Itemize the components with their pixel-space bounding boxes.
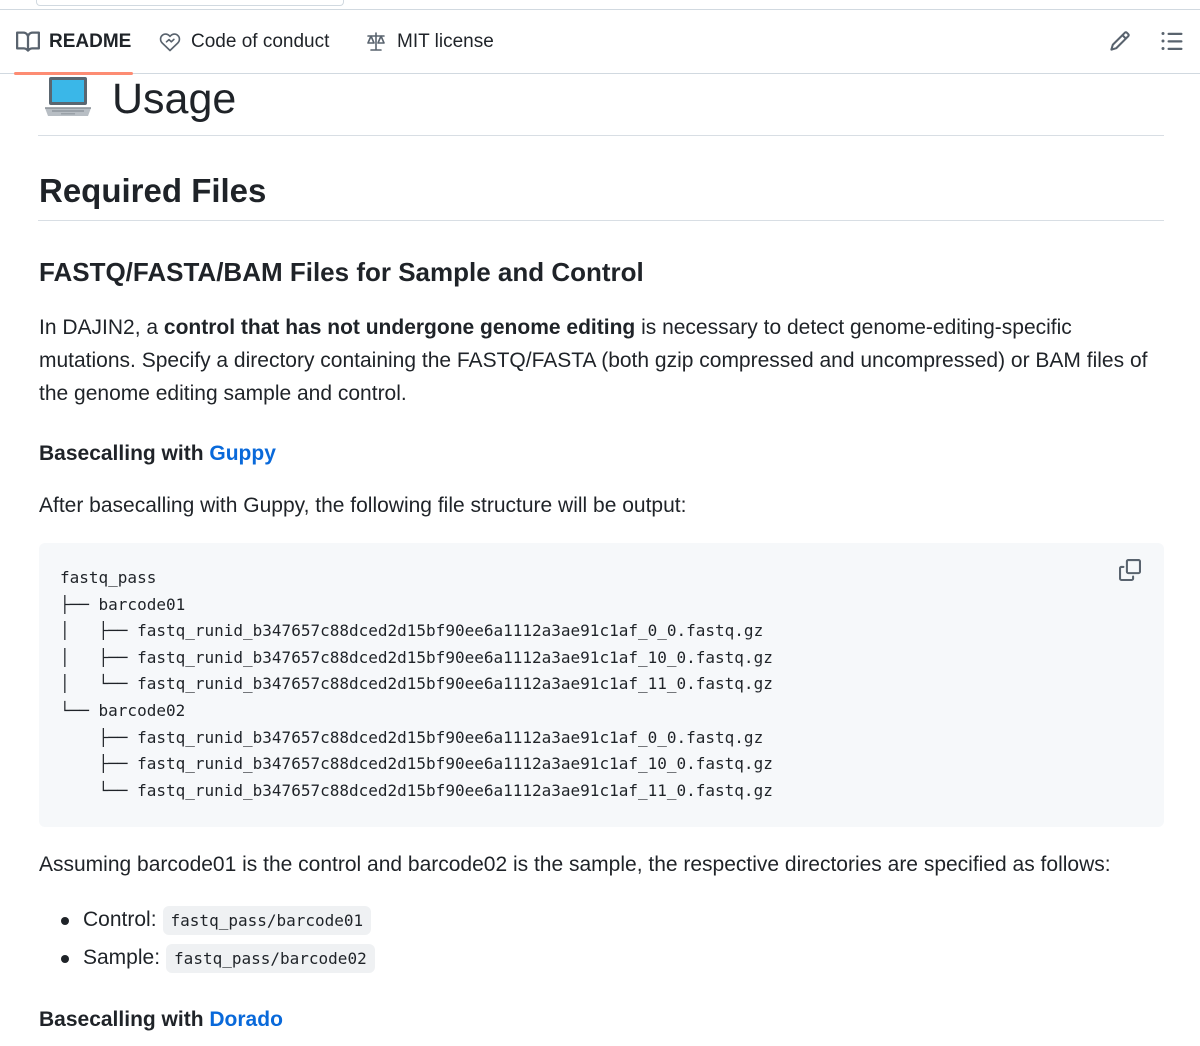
guppy-description: After basecalling with Guppy, the follow… — [39, 494, 687, 517]
file-structure-code: fastq_pass ├── barcode01 │ ├── fastq_run… — [60, 568, 773, 800]
book-icon — [16, 30, 40, 54]
file-structure-code-block: fastq_pass ├── barcode01 │ ├── fastq_run… — [39, 543, 1164, 827]
laptop-emoji-icon — [44, 75, 92, 124]
tab-code-of-conduct[interactable]: Code of conduct — [158, 10, 329, 73]
outline-button[interactable] — [1159, 30, 1185, 56]
dorado-heading: Basecalling with Dorado — [39, 1006, 283, 1034]
guppy-link[interactable]: Guppy — [209, 442, 276, 465]
law-scale-icon — [364, 30, 388, 54]
tab-code-of-conduct-label: Code of conduct — [191, 30, 330, 52]
directory-list: Control: fastq_pass/barcode01 Sample: fast… — [58, 903, 375, 979]
usage-heading: Usage — [44, 74, 236, 124]
guppy-heading-prefix: Basecalling with — [39, 442, 210, 465]
tab-readme-label: README — [49, 30, 132, 52]
guppy-heading: Basecalling with Guppy — [39, 440, 276, 468]
intro-prefix: In DAJIN2, a — [39, 316, 164, 339]
copy-button[interactable] — [1116, 558, 1144, 586]
tab-mit-license-label: MIT license — [397, 30, 494, 52]
inline-code: fastq_pass/barcode01 — [162, 906, 372, 935]
list-item-label: Control: — [83, 908, 157, 931]
intro-bold: control that has not undergone genome ed… — [163, 316, 636, 339]
intro-paragraph: In DAJIN2, a control that has not underg… — [39, 311, 1169, 410]
top-box-fragment — [36, 0, 344, 6]
readme-tab-bar: README Code of conduct MIT license — [0, 10, 1200, 75]
list-unordered-icon — [1160, 29, 1184, 58]
tab-readme[interactable]: README — [13, 10, 134, 75]
usage-heading-text: Usage — [112, 75, 237, 123]
list-item-label: Sample: — [83, 946, 161, 969]
list-item: Control: fastq_pass/barcode01 — [58, 903, 375, 941]
list-item: Sample: fastq_pass/barcode02 — [58, 941, 375, 979]
dorado-heading-prefix: Basecalling with — [39, 1008, 210, 1031]
required-files-heading: Required Files — [39, 172, 267, 209]
copy-icon — [1119, 558, 1141, 586]
dorado-link[interactable]: Dorado — [209, 1008, 283, 1031]
heading-divider — [38, 220, 1164, 221]
fastq-files-heading: FASTQ/FASTA/BAM Files for Sample and Con… — [39, 257, 644, 287]
code-of-conduct-icon — [158, 30, 182, 54]
edit-readme-button[interactable] — [1107, 30, 1133, 56]
tab-mit-license[interactable]: MIT license — [364, 10, 494, 73]
assuming-paragraph: Assuming barcode01 is the control and ba… — [39, 853, 1111, 876]
top-strip — [0, 0, 1200, 10]
heading-divider — [38, 135, 1164, 136]
inline-code: fastq_pass/barcode02 — [166, 944, 375, 973]
pencil-icon — [1109, 30, 1131, 57]
